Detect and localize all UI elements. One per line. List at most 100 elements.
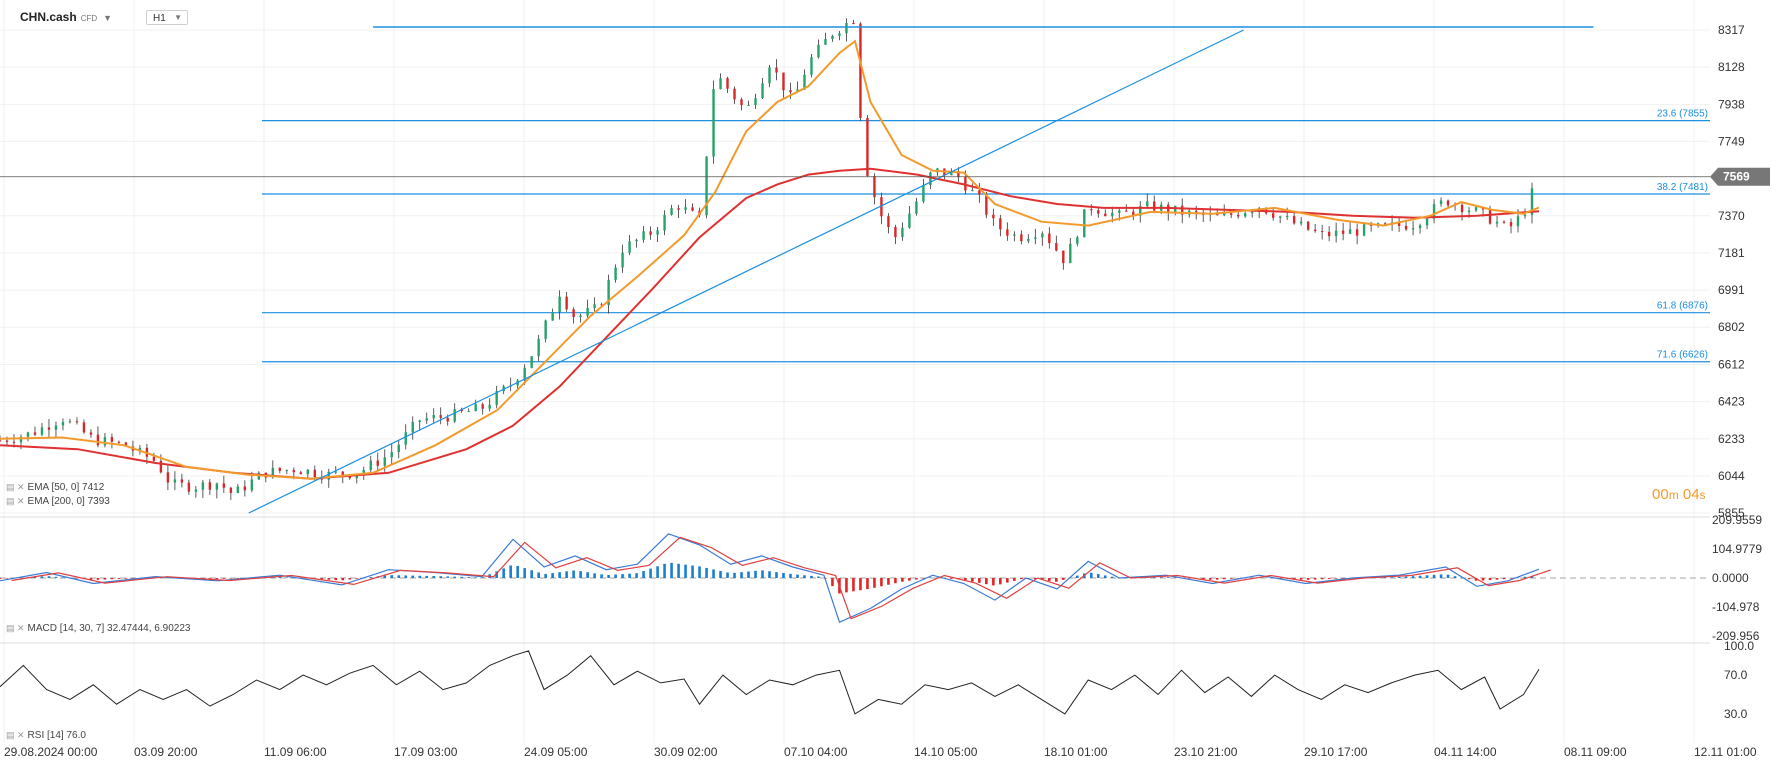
candle-body [278,467,282,471]
macd-histogram-bar [845,578,848,593]
macd-histogram-bar [873,578,876,588]
time-tick-label: 11.09 06:00 [264,745,327,759]
macd-histogram-bar [712,569,715,578]
chevron-down-icon[interactable]: ▼ [103,13,112,23]
ema200-label: EMA [200, 0] 7393 [27,496,110,507]
candle-body [712,89,715,157]
candle-body [369,460,372,470]
candle-body [250,479,254,491]
candle-body [1460,204,1464,213]
candle-body [845,23,848,34]
candle-body [544,320,547,339]
macd-histogram-bar [1425,575,1429,578]
macd-histogram-bar [1159,577,1163,578]
macd-histogram-bar [999,578,1002,585]
macd-histogram-bar [75,578,79,579]
candle-body [0,440,2,442]
symbol-selector[interactable]: CHN.cash CFD ▼ [20,10,112,24]
settings-icon[interactable]: ▤ ✕ [6,623,25,633]
macd-histogram-bar [1173,577,1177,579]
macd-histogram-bar [768,571,771,578]
candle-body [439,415,442,418]
macd-histogram-bar [355,578,359,579]
macd-histogram-bar [621,574,624,578]
candle-body [1306,221,1310,230]
ema50-legend[interactable]: ▤ ✕ EMA [50, 0] 7412 [6,482,104,493]
macd-histogram-bar [1488,578,1492,581]
macd-histogram-bar [110,578,114,580]
macd-histogram-bar [96,578,100,580]
macd-histogram-bar [47,576,51,578]
macd-histogram-bar [649,568,652,578]
candle-body [1104,213,1107,217]
fib-level-label: 38.2 (7481) [1657,182,1708,193]
time-tick-label: 14.10 05:00 [914,745,978,759]
ema200-legend[interactable]: ▤ ✕ EMA [200, 0] 7393 [6,496,110,507]
candle-body [152,456,156,461]
time-tick-label: 29.10 17:00 [1304,745,1368,759]
candle-body [47,427,51,430]
rsi-legend[interactable]: ▤ ✕ RSI [14] 76.0 [6,730,86,741]
fibonacci-levels[interactable]: 23.6 (7855) 38.2 (7481) 61.8 (6876) 71.6 (6… [262,109,1710,363]
candle-body [285,470,289,472]
settings-icon[interactable]: ▤ ✕ [6,730,25,740]
macd-histogram-bar [285,577,289,578]
candle-body [992,214,995,219]
timer-minutes: 00 [1652,486,1669,503]
candle-body [1488,209,1492,224]
chevron-down-icon[interactable]: ▼ [174,13,182,22]
macd-histogram-bar [474,577,477,578]
macd-histogram-bar [796,574,799,578]
macd-histogram-bar [446,576,450,578]
macd-histogram-bar [327,578,331,580]
candle-body [1020,234,1023,242]
macd-histogram-bar [411,575,415,578]
candle-body [1090,209,1093,211]
time-tick-label: 24.09 05:00 [524,745,588,759]
trend-line[interactable] [248,29,1244,514]
candle-body [1404,225,1408,230]
candle-body [292,470,296,473]
rsi-panel [0,650,1540,715]
candle-body [978,190,981,195]
macd-histogram-bar [1208,578,1212,580]
macd-histogram-bar [565,571,568,578]
macd-histogram-bar [439,576,443,578]
candle-body [628,241,631,253]
macd-histogram-bar [852,578,855,592]
macd-histogram-bar [334,578,338,581]
macd-histogram-bar [971,578,974,582]
candles [0,18,1534,500]
candle-body [971,190,974,192]
macd-histogram-bar [642,571,645,578]
candle-body [1230,213,1233,215]
macd-histogram-bar [894,578,897,584]
settings-icon[interactable]: ▤ ✕ [6,496,25,506]
candle-body [1146,201,1149,207]
price-chart[interactable]: 23.6 (7855) 38.2 (7481) 61.8 (6876) 71.6 (6… [0,0,1781,770]
candle-body [684,207,687,210]
candle-body [1125,210,1128,212]
candle-body [1111,212,1114,217]
candle-body [614,267,617,280]
axes: 8317 8128 7938 7749 7370 7181 6991 6802 6612 6423… [4,23,1762,759]
macd-histogram-bar [1096,574,1100,578]
candle-body [817,44,820,58]
candle-body [691,207,694,211]
candle-body [922,185,925,202]
candle-body [1243,213,1247,217]
macd-histogram-bar [866,578,869,590]
timeframe-selector[interactable]: H1 ▼ [146,10,188,25]
candle-body [1439,200,1443,205]
candle-body [33,432,37,435]
candle-body [159,460,163,473]
candle-body [1411,228,1415,230]
candle-body [236,486,240,493]
candle-body [376,460,379,466]
macd-legend[interactable]: ▤ ✕ MACD [14, 30, 7] 32.47444, 6.90223 [6,623,190,634]
time-tick-label: 04.11 14:00 [1434,745,1497,759]
candle-body [1250,212,1254,214]
settings-icon[interactable]: ▤ ✕ [6,482,25,492]
price-tick-label: 7938 [1718,97,1745,111]
trend-lines[interactable]: 7569 [0,26,1770,514]
